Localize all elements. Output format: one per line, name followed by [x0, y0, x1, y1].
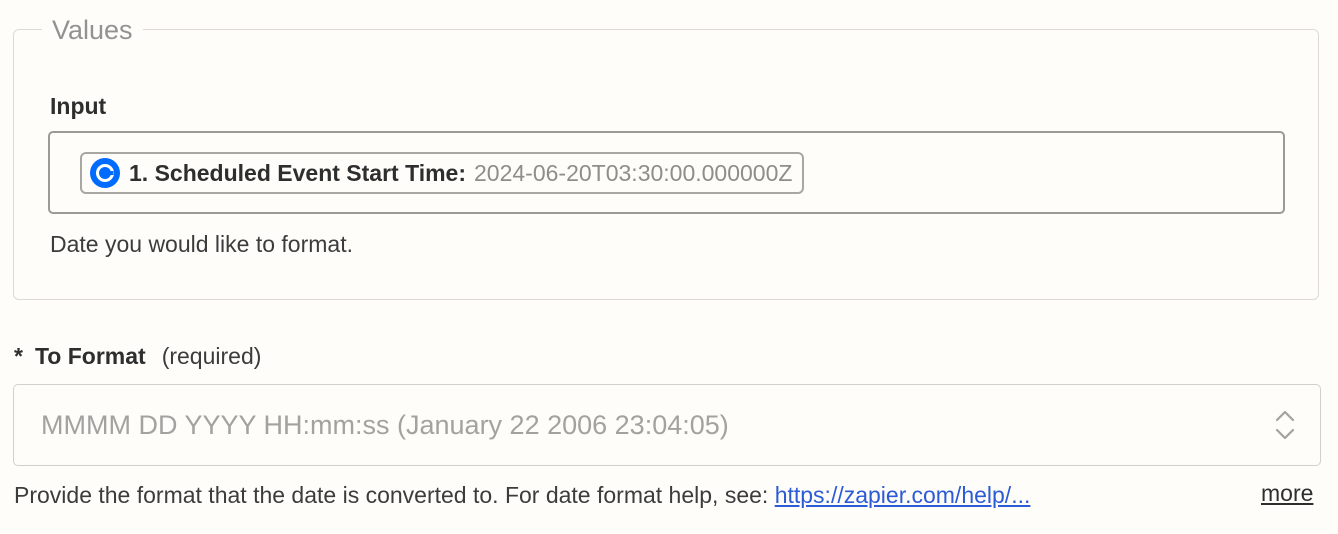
values-legend: Values [42, 12, 143, 48]
to-format-selected-value: MMMM DD YYYY HH:mm:ss (January 22 2006 2… [41, 410, 729, 440]
mapped-field-pill[interactable]: 1. Scheduled Event Start Time: 2024-06-2… [80, 152, 805, 194]
required-note: (required) [161, 343, 262, 369]
up-down-chevron-icon [1275, 410, 1295, 440]
input-help-text: Date you would like to format. [50, 231, 353, 257]
to-format-help: Provide the format that the date is conv… [14, 480, 1030, 510]
input-label: Input [50, 93, 107, 119]
pill-value: 2024-06-20T03:30:00.000000Z [474, 159, 793, 186]
more-link[interactable]: more [1261, 478, 1313, 508]
input-field[interactable]: 1. Scheduled Event Start Time: 2024-06-2… [48, 131, 1285, 214]
required-marker: * [14, 343, 23, 369]
to-format-label-row: * To Format (required) [14, 341, 261, 371]
to-format-label: To Format [34, 343, 146, 369]
pill-label: 1. Scheduled Event Start Time: [129, 159, 467, 186]
to-format-help-text: Provide the format that the date is conv… [14, 482, 775, 508]
date-format-step: Values Input 1. Scheduled Event Start Ti… [0, 0, 1338, 534]
date-format-help-link[interactable]: https://zapier.com/help/... [775, 482, 1031, 508]
calendly-icon [90, 158, 120, 188]
to-format-select[interactable]: MMMM DD YYYY HH:mm:ss (January 22 2006 2… [13, 384, 1321, 466]
